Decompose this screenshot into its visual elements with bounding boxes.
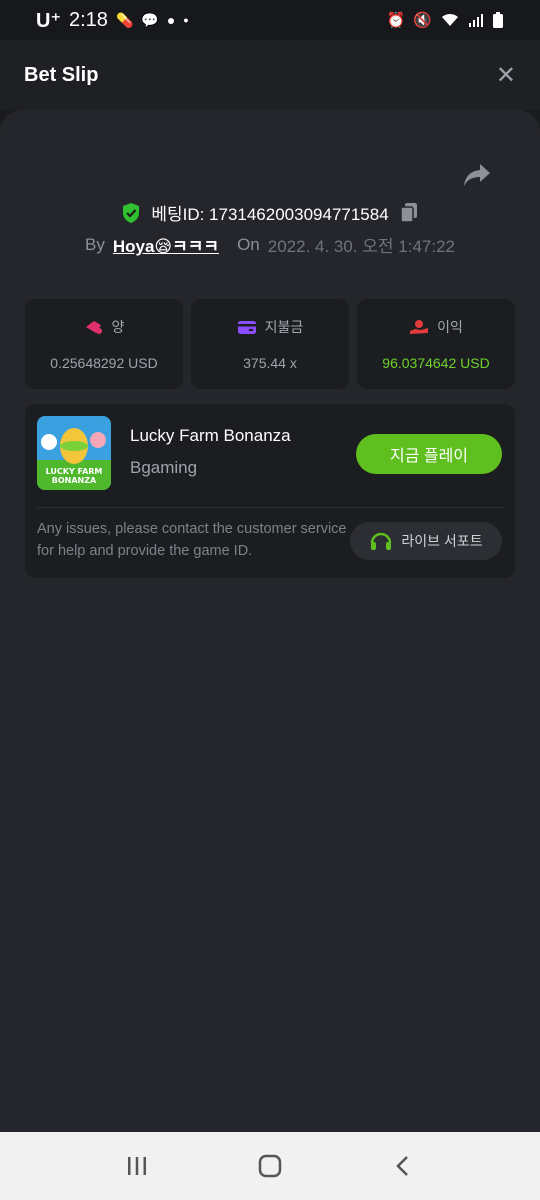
headset-icon (371, 532, 392, 550)
back-icon (396, 1156, 409, 1176)
divider (37, 507, 503, 508)
status-bar: U⁺ 2:18 💊 💬 ● ● ⏰ 🔇 (0, 0, 540, 40)
live-support-label: 라이브 서포트 (401, 533, 483, 549)
by-label: By (85, 234, 105, 254)
on-label: On (237, 234, 260, 254)
stat-amount-label: 양 (111, 319, 125, 335)
stat-payout: 지불금 375.44 x (191, 299, 349, 389)
bet-id-row: 베팅ID: 1731462003094771584 (0, 200, 540, 225)
stats-row: 양 0.25648292 USD 지불금 375.44 x 이익 96.0374… (25, 299, 515, 389)
play-now-button[interactable]: 지금 플레이 (356, 434, 502, 474)
share-icon[interactable] (462, 162, 492, 188)
mute-icon: 🔇 (413, 12, 432, 29)
stat-amount: 양 0.25648292 USD (25, 299, 183, 389)
game-card: LUCKY FARM BONANZA Lucky Farm Bonanza Bg… (25, 404, 515, 578)
stat-amount-value: 0.25648292 USD (50, 355, 158, 371)
wallet-icon (237, 321, 256, 334)
stat-payout-label: 지불금 (264, 319, 304, 335)
wifi-icon (442, 13, 458, 26)
recent-apps-button[interactable] (117, 1146, 157, 1186)
game-thumbnail[interactable]: LUCKY FARM BONANZA (37, 416, 111, 490)
home-icon (258, 1154, 282, 1178)
home-button[interactable] (250, 1146, 290, 1186)
amount-icon (85, 321, 102, 334)
stat-profit-label: 이익 (437, 319, 463, 335)
user-link[interactable]: Hoya😪ㅋㅋㅋ (113, 232, 219, 257)
bet-slip-panel: 베팅ID: 1731462003094771584 By Hoya😪ㅋㅋㅋ On… (0, 110, 540, 1132)
copy-icon[interactable] (399, 202, 419, 224)
by-row: By Hoya😪ㅋㅋㅋ On 2022. 4. 30. 오전 1:47:22 (0, 232, 540, 257)
signal-icon (469, 14, 483, 27)
game-name[interactable]: Lucky Farm Bonanza (130, 426, 291, 446)
stat-profit: 이익 96.0374642 USD (357, 299, 515, 389)
talk-icon: 💬 (141, 11, 159, 28)
carrier-label: U⁺ (36, 9, 61, 32)
battery-icon (493, 12, 503, 28)
game-provider: Bgaming (130, 458, 198, 477)
clock: 2:18 (69, 8, 108, 31)
help-text: Any issues, please contact the customer … (37, 521, 347, 559)
status-right: ⏰ 🔇 (387, 11, 504, 29)
system-nav-bar (0, 1132, 540, 1200)
chat-bubble-icon: ● (166, 12, 176, 28)
stat-payout-value: 375.44 x (243, 355, 297, 371)
bet-id: 베팅ID: 1731462003094771584 (151, 205, 389, 224)
header: Bet Slip ✕ (0, 40, 540, 110)
page-title: Bet Slip (24, 63, 99, 86)
recent-apps-icon (127, 1157, 146, 1175)
live-support-button[interactable]: 라이브 서포트 (350, 522, 502, 560)
status-left: U⁺ 2:18 💊 💬 ● ● (36, 8, 189, 33)
stat-profit-value: 96.0374642 USD (382, 355, 490, 371)
thumb-title-line2: BONANZA (52, 476, 97, 485)
thumb-title-line1: LUCKY FARM (46, 467, 103, 476)
profit-icon (410, 320, 429, 334)
dot-icon: ● (183, 15, 189, 25)
back-button[interactable] (383, 1146, 423, 1186)
close-icon[interactable]: ✕ (496, 61, 516, 90)
alarm-icon: ⏰ (386, 12, 406, 29)
shield-check-icon (123, 202, 140, 223)
pill-icon: 💊 (115, 11, 134, 28)
bet-date: 2022. 4. 30. 오전 1:47:22 (267, 237, 455, 256)
